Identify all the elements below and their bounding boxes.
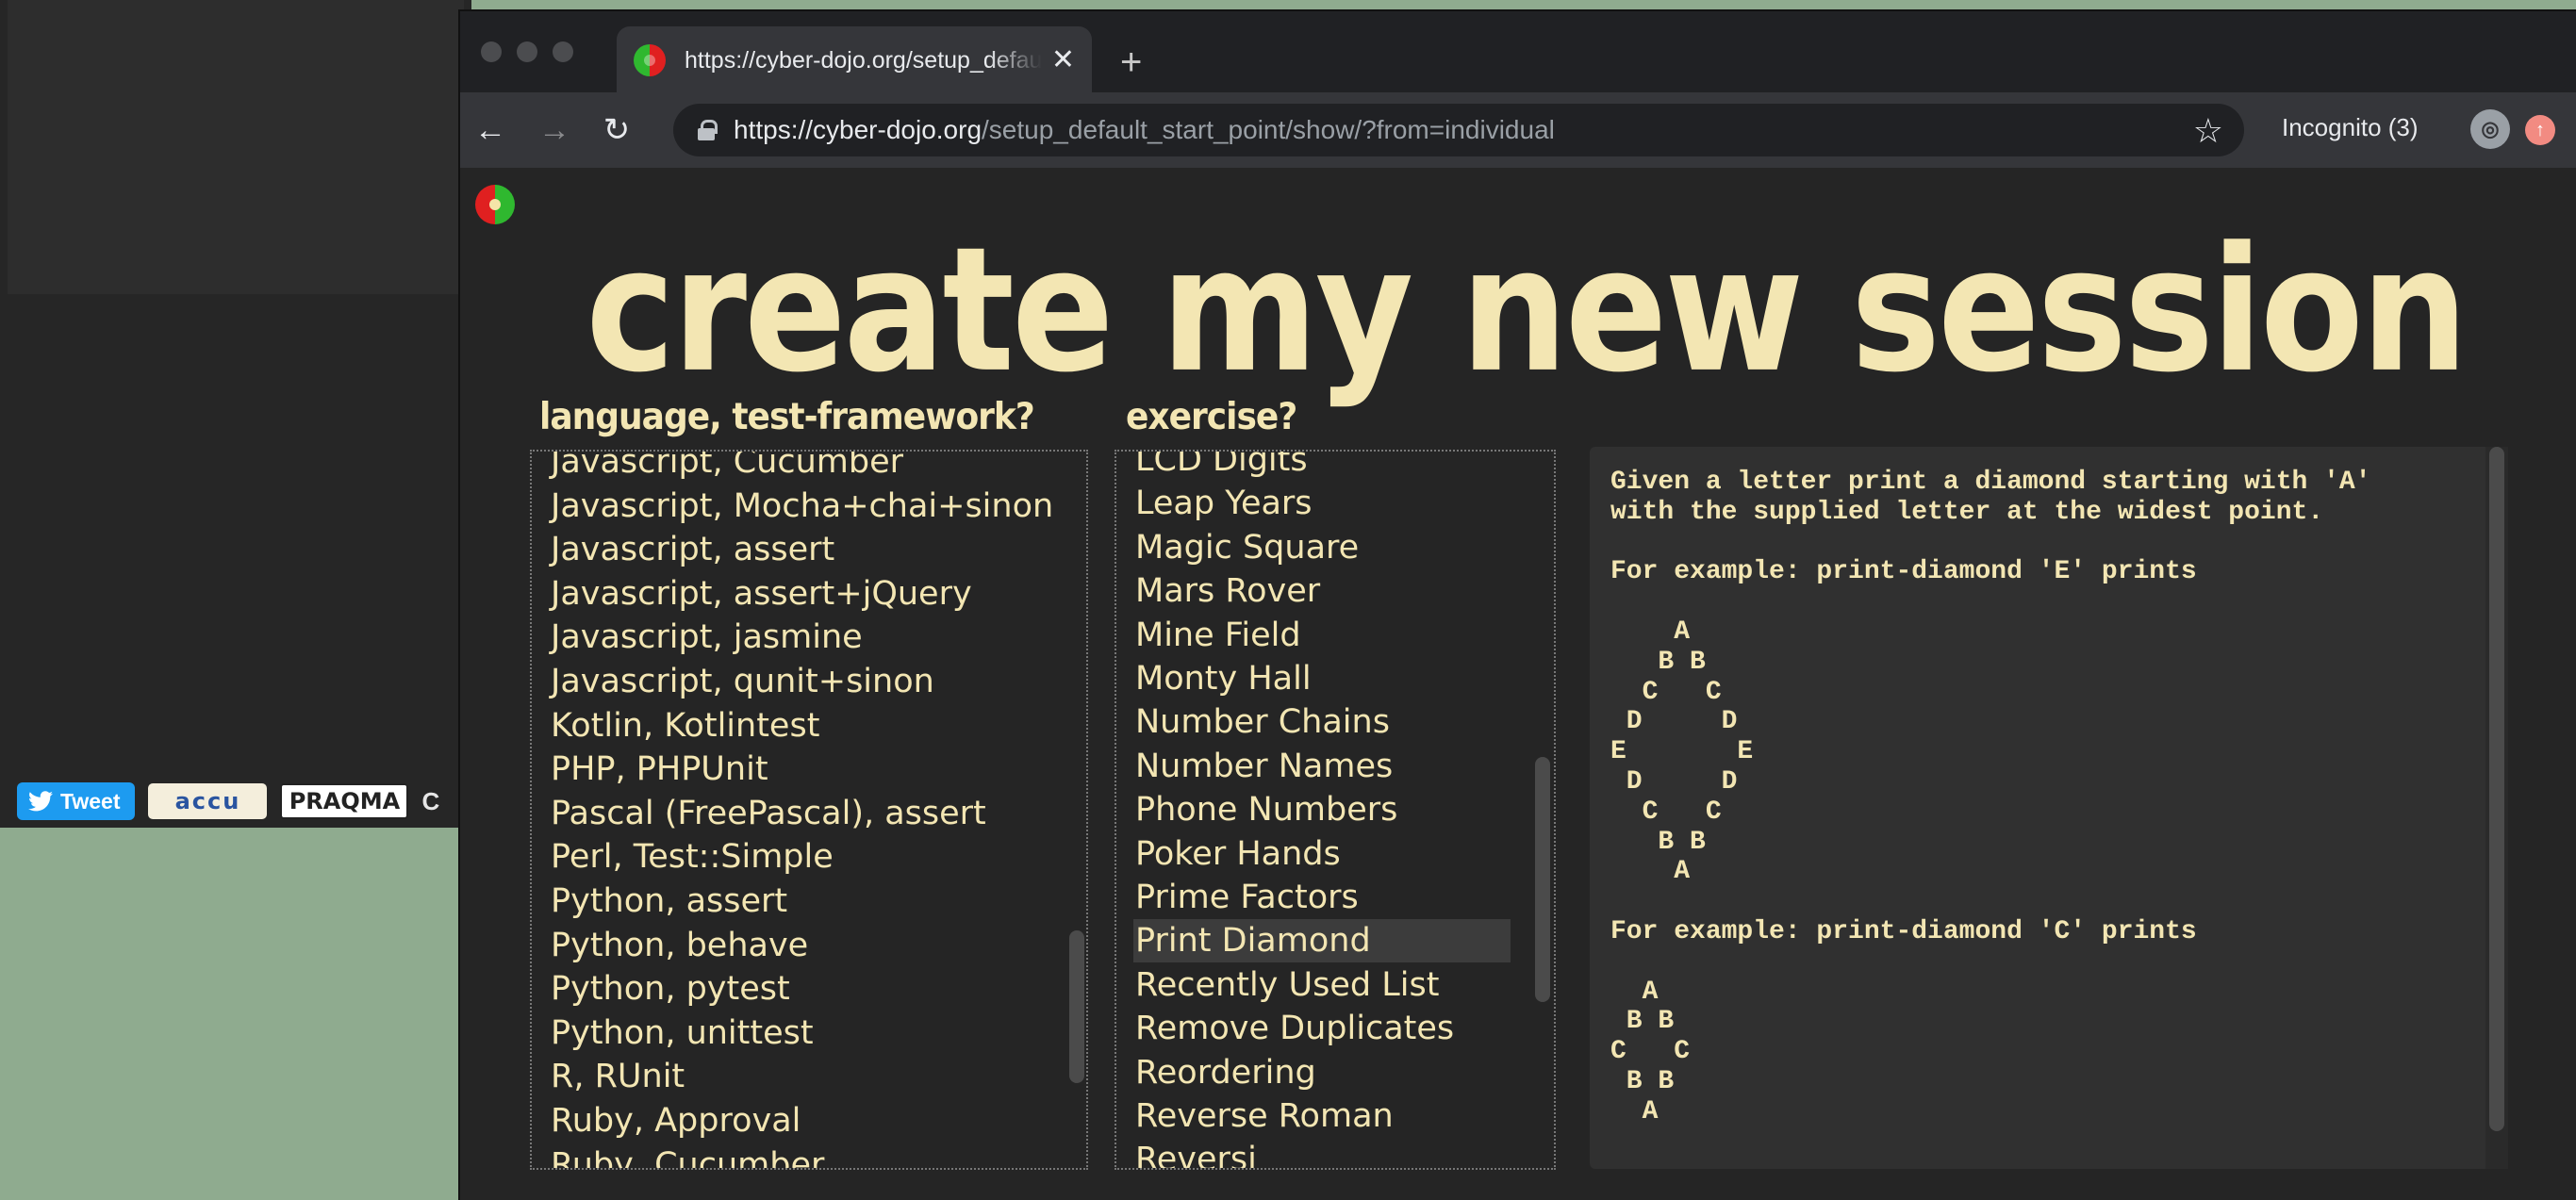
reload-icon[interactable]: ↻ (598, 111, 636, 149)
update-arrow-icon[interactable]: ↑ (2525, 115, 2555, 145)
description-scroll-track[interactable] (2485, 447, 2508, 1169)
browser-window: https://cyber-dojo.org/setup_default_sta… (458, 9, 2576, 1200)
language-list-item[interactable]: Pascal (FreePascal), assert (551, 792, 1060, 835)
desktop-strip (2240, 0, 2576, 9)
exercise-list-item[interactable]: Reversi (1135, 1138, 1512, 1168)
language-list-item[interactable]: Javascript, qunit+sinon (551, 660, 1060, 703)
exercise-list-item[interactable]: Recently Used List (1135, 963, 1512, 1007)
language-list-item[interactable]: Perl, Test::Simple (551, 835, 1060, 879)
exercise-list-item[interactable]: Reordering (1135, 1051, 1512, 1094)
exercise-list-item[interactable]: Mine Field (1135, 614, 1512, 657)
page-content: create my new session language, test-fra… (460, 168, 2576, 1200)
language-list-item[interactable]: R, RUnit (551, 1055, 1060, 1098)
exercise-list-item[interactable]: Poker Hands (1135, 832, 1512, 876)
language-list-item[interactable]: Javascript, assert (551, 528, 1060, 571)
language-list-item[interactable]: Kotlin, Kotlintest (551, 704, 1060, 748)
cyber-dojo-favicon-icon (634, 44, 666, 76)
tweet-button[interactable]: Tweet (17, 782, 136, 820)
browser-toolbar: ← → ↻ https://cyber-dojo.org/setup_defau… (460, 92, 2576, 168)
language-list-item[interactable]: Python, behave (551, 924, 1060, 967)
page-title: create my new session (586, 208, 2468, 410)
background-panel (8, 0, 464, 294)
language-list-item[interactable]: Javascript, Mocha+chai+sinon (551, 485, 1060, 528)
address-bar[interactable]: https://cyber-dojo.org/setup_default_sta… (673, 104, 2244, 156)
language-list-scrollbar[interactable] (1069, 930, 1084, 1083)
language-list-item[interactable]: Python, assert (551, 879, 1060, 923)
language-column-label: language, test-framework? (539, 395, 1035, 439)
exercise-list-item[interactable]: Magic Square (1135, 526, 1512, 569)
exercise-list-item[interactable]: LCD Digits (1135, 452, 1512, 482)
exercise-list-item[interactable]: Leap Years (1135, 482, 1512, 525)
url-host: https://cyber-dojo.org (734, 115, 983, 144)
exercise-list-item[interactable]: Print Diamond (1133, 919, 1511, 963)
new-tab-button[interactable]: + (1120, 43, 1142, 81)
language-list-item[interactable]: Javascript, jasmine (551, 616, 1060, 659)
cyber-dojo-logo-icon[interactable] (475, 185, 515, 224)
exercise-list-item[interactable]: Mars Rover (1135, 569, 1512, 613)
language-list[interactable]: Javascript, Cucumber Javascript, Mocha+ch… (530, 450, 1088, 1170)
exercise-list-item[interactable]: Remove Duplicates (1135, 1007, 1512, 1050)
background-window (0, 0, 471, 828)
exercise-list-item[interactable]: Prime Factors (1135, 876, 1512, 919)
accu-logo[interactable]: accu (148, 783, 268, 819)
exercise-list-item[interactable]: Monty Hall (1135, 657, 1512, 700)
language-list-item[interactable]: Javascript, Cucumber (551, 452, 1060, 484)
browser-tab[interactable]: https://cyber-dojo.org/setup_default_sta… (617, 26, 1092, 94)
exercise-list-item[interactable]: Number Names (1135, 745, 1512, 788)
exercise-list-item[interactable]: Phone Numbers (1135, 788, 1512, 831)
window-zoom-dot[interactable] (553, 41, 573, 62)
url-path: /setup_default_start_point/show/?from=in… (982, 115, 1555, 144)
back-arrow-icon[interactable]: ← (471, 111, 509, 149)
forward-arrow-icon[interactable]: → (536, 111, 573, 149)
bookmark-star-icon[interactable]: ☆ (2193, 111, 2223, 151)
background-trailing-text: C (421, 786, 440, 815)
tab-bar: https://cyber-dojo.org/setup_default_sta… (460, 11, 2576, 94)
language-list-item[interactable]: Python, pytest (551, 967, 1060, 1011)
incognito-label[interactable]: Incognito (3) (2282, 113, 2419, 142)
exercise-description-text: Given a letter print a diamond starting … (1610, 468, 2371, 1126)
exercise-list-item[interactable]: Number Chains (1135, 700, 1512, 744)
background-footer: Tweet accu PRAQMA C (17, 781, 439, 822)
exercise-description: Given a letter print a diamond starting … (1590, 447, 2508, 1169)
tab-title: https://cyber-dojo.org/setup_default_sta… (685, 46, 1042, 74)
exercise-list[interactable]: LCD Digits Leap Years Magic Square Mars Rov… (1115, 450, 1556, 1170)
exercise-column-label: exercise? (1126, 395, 1297, 439)
window-close-dot[interactable] (481, 41, 502, 62)
exercise-list-scrollbar[interactable] (1535, 757, 1550, 1002)
praqma-logo[interactable]: PRAQMA (280, 783, 409, 819)
url-text[interactable]: https://cyber-dojo.org/setup_default_sta… (734, 115, 1555, 145)
tweet-label: Tweet (60, 788, 121, 814)
language-list-item[interactable]: Ruby, Approval (551, 1099, 1060, 1142)
incognito-icon[interactable]: ◎ (2470, 109, 2510, 149)
language-list-item[interactable]: Python, unittest (551, 1011, 1060, 1055)
language-list-item[interactable]: Javascript, assert+jQuery (551, 572, 1060, 616)
description-scrollbar[interactable] (2489, 447, 2504, 1131)
window-minimize-dot[interactable] (517, 41, 537, 62)
language-list-item[interactable]: Ruby, Cucumber (551, 1143, 1060, 1168)
tab-close-icon[interactable]: ✕ (1051, 46, 1075, 74)
exercise-list-item[interactable]: Reverse Roman (1135, 1094, 1512, 1138)
lock-icon[interactable] (698, 120, 718, 140)
language-list-item[interactable]: PHP, PHPUnit (551, 748, 1060, 791)
twitter-bird-icon (28, 791, 53, 812)
